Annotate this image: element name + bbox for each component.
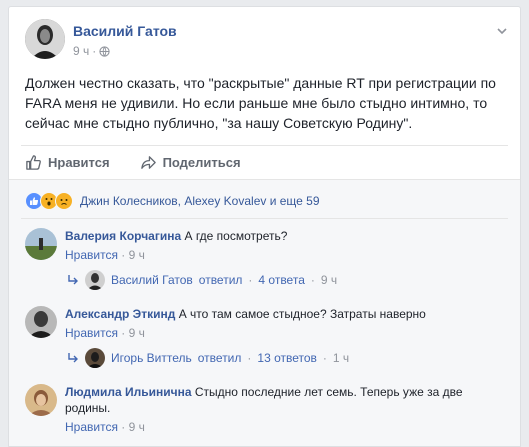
replies-link[interactable]: Игорь Виттель ответил · 13 ответов · 1 ч <box>67 348 349 368</box>
comment-like-link[interactable]: Нравится <box>65 420 118 434</box>
comment-like-link[interactable]: Нравится <box>65 248 118 262</box>
comment-like-link[interactable]: Нравится <box>65 326 118 340</box>
like-label: Нравится <box>48 155 110 170</box>
meta-separator: · <box>247 351 252 365</box>
thumbs-up-icon <box>26 155 41 170</box>
post-card: Василий Гатов 9 ч · Должен честно сказат… <box>8 6 521 447</box>
reactions-names[interactable]: Джин Колесников, Alexey Kovalev и еще 59 <box>80 194 320 208</box>
post-meta: 9 ч · <box>73 44 110 58</box>
reply-arrow-icon <box>68 353 78 363</box>
commenter-avatar[interactable] <box>25 384 57 416</box>
meta-separator: · <box>121 248 126 262</box>
comment-body: Людмила Ильинична Стыдно последние лет с… <box>65 384 505 435</box>
reply-action: ответил <box>198 273 243 287</box>
share-arrow-icon <box>140 156 156 169</box>
commenter-avatar[interactable] <box>25 228 57 260</box>
sad-icon <box>55 192 73 210</box>
meta-separator: · <box>121 420 126 434</box>
comment-body: Александр Эткинд А что там самое стыдное… <box>65 306 505 341</box>
replies-link[interactable]: Василий Гатов ответил · 4 ответа · 9 ч <box>67 270 337 290</box>
reply-arrow-icon <box>68 275 78 285</box>
reply-author-avatar <box>85 270 105 290</box>
meta-separator: · <box>92 44 97 58</box>
comment-time[interactable]: 9 ч <box>129 420 145 434</box>
comment-text: А что там самое стыдное? Затраты наверно <box>178 307 426 321</box>
like-button[interactable]: Нравится <box>25 154 110 171</box>
reply-count[interactable]: 4 ответа <box>258 273 304 287</box>
meta-separator: · <box>322 351 327 365</box>
reply-time: 1 ч <box>332 351 350 365</box>
meta-separator: · <box>121 326 126 340</box>
post-options-chevron-icon[interactable] <box>496 25 508 37</box>
reply-count[interactable]: 13 ответов <box>257 351 317 365</box>
reply-time: 9 ч <box>320 273 338 287</box>
comment-time[interactable]: 9 ч <box>129 326 145 340</box>
comments-section: Джин Колесников, Alexey Kovalev и еще 59… <box>9 179 520 446</box>
commenter-avatar[interactable] <box>25 306 57 338</box>
commenter-name[interactable]: Александр Эткинд <box>65 307 175 321</box>
comment-text: А где посмотреть? <box>184 229 288 243</box>
commenter-name[interactable]: Людмила Ильинична <box>65 385 192 399</box>
meta-separator: · <box>310 273 315 287</box>
globe-icon <box>99 45 110 57</box>
comment-meta: Нравится · 9 ч <box>65 247 505 263</box>
meta-separator: · <box>248 273 253 287</box>
post-text: Должен честно сказать, что "раскрытые" д… <box>25 75 496 131</box>
post-time[interactable]: 9 ч <box>73 44 89 58</box>
reply-author[interactable]: Василий Гатов <box>111 273 193 287</box>
post-actions: Нравится Поделиться <box>21 145 508 180</box>
comment-body: Валерия Корчагина А где посмотреть? Нрав… <box>65 228 505 263</box>
divider <box>21 218 508 219</box>
reactions-summary[interactable]: Джин Колесников, Alexey Kovalev и еще 59 <box>25 192 320 210</box>
reply-author-avatar <box>85 348 105 368</box>
comment-meta: Нравится · 9 ч <box>65 325 505 341</box>
reply-author[interactable]: Игорь Виттель <box>111 351 192 365</box>
share-button[interactable]: Поделиться <box>140 154 241 171</box>
author-avatar[interactable] <box>25 19 65 59</box>
share-label: Поделиться <box>162 155 241 170</box>
comment-time[interactable]: 9 ч <box>129 248 145 262</box>
comment-meta: Нравится · 9 ч <box>65 419 505 435</box>
commenter-name[interactable]: Валерия Корчагина <box>65 229 181 243</box>
post-author[interactable]: Василий Гатов <box>73 23 177 39</box>
reply-action: ответил <box>197 351 242 365</box>
